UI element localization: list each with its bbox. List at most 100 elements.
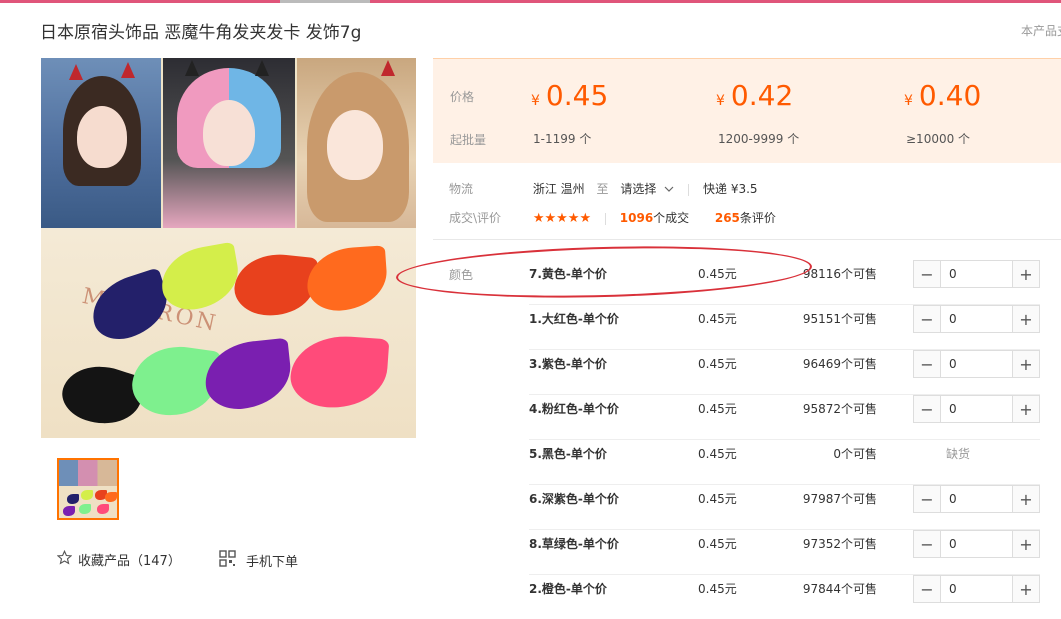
price-panel: 价格 起批量 ¥0.45 ¥0.42 ¥0.40 1-1199 个 1200-9… xyxy=(433,58,1061,163)
product-photo: MAKIRON xyxy=(41,228,416,438)
quantity-stepper[interactable]: −0 + xyxy=(913,530,1040,558)
plus-icon[interactable]: + xyxy=(1012,531,1039,557)
price-tier-3: ¥0.40 xyxy=(904,79,982,112)
sku-price: 0.45元 xyxy=(698,582,737,596)
sku-price: 0.45元 xyxy=(698,402,737,416)
sku-stock: 97844个可售 xyxy=(802,582,877,596)
plus-icon[interactable]: + xyxy=(1012,261,1039,287)
sku-name: 6.深紫色-单个价 xyxy=(529,492,619,506)
sku-price: 0.45元 xyxy=(698,492,737,506)
destination-select[interactable]: 请选择 xyxy=(620,182,674,196)
sku-name: 5.黑色-单个价 xyxy=(529,447,607,461)
mobile-order-button[interactable]: 手机下单 xyxy=(219,550,298,571)
price-label: 价格 xyxy=(450,90,475,104)
sku-stock: 97987个可售 xyxy=(802,492,877,506)
sku-stock: 96469个可售 xyxy=(802,357,877,371)
divider xyxy=(688,183,690,196)
sku-stock: 95151个可售 xyxy=(802,312,877,326)
reviews-count[interactable]: 265 xyxy=(715,211,740,225)
favorite-product-button[interactable]: 收藏产品（147） xyxy=(56,549,181,569)
sku-price: 0.45元 xyxy=(698,312,737,326)
sku-name: 7.黄色-单个价 xyxy=(529,267,607,281)
deals-count[interactable]: 1096 xyxy=(620,211,653,225)
sku-price: 0.45元 xyxy=(698,267,737,281)
logistics-row: 物流 浙江 温州 至 请选择 快递 ¥3.5 xyxy=(449,180,758,197)
moq-range-2: 1200-9999 个 xyxy=(718,132,800,146)
price-tier-2: ¥0.42 xyxy=(716,79,794,112)
quantity-stepper[interactable]: −0 + xyxy=(913,305,1040,333)
sku-row: 8.草绿色-单个价 0.45元 97352个可售 −0 + xyxy=(529,530,1040,575)
top-accent-bar xyxy=(0,0,1061,3)
mobile-order-label: 手机下单 xyxy=(246,555,299,570)
sku-name: 1.大红色-单个价 xyxy=(529,312,619,326)
sku-stock: 97352个可售 xyxy=(802,537,877,551)
minus-icon[interactable]: − xyxy=(914,531,941,557)
sku-price: 0.45元 xyxy=(698,357,737,371)
deals-unit: 个成交 xyxy=(653,211,690,225)
quantity-stepper[interactable]: −0 + xyxy=(913,260,1040,288)
section-divider xyxy=(433,239,1061,240)
sku-row: 7.黄色-单个价 0.45元 98116个可售 −0 + xyxy=(529,260,1040,305)
sku-name: 4.粉红色-单个价 xyxy=(529,402,619,416)
minus-icon[interactable]: − xyxy=(914,306,941,332)
logistics-to: 至 xyxy=(596,182,609,196)
main-product-image[interactable]: MAKIRON xyxy=(41,58,416,438)
color-label: 颜色 xyxy=(449,268,474,282)
model-photo-1 xyxy=(41,58,161,228)
logistics-origin: 浙江 温州 xyxy=(532,182,585,196)
sku-stock: 98116个可售 xyxy=(802,267,877,281)
sku-name: 8.草绿色-单个价 xyxy=(529,537,619,551)
minus-icon[interactable]: − xyxy=(914,396,941,422)
moq-range-1: 1-1199 个 xyxy=(533,132,592,146)
sku-row: 3.紫色-单个价 0.45元 96469个可售 −0 + xyxy=(529,350,1040,395)
quantity-input[interactable]: 0 xyxy=(941,351,1012,377)
logistics-label: 物流 xyxy=(449,182,474,196)
sku-name: 3.紫色-单个价 xyxy=(529,357,607,371)
quantity-input[interactable]: 0 xyxy=(941,531,1012,557)
plus-icon[interactable]: + xyxy=(1012,576,1039,602)
top-accent-segment xyxy=(280,0,370,3)
shipping-fee: 快递 ¥3.5 xyxy=(703,182,758,196)
plus-icon[interactable]: + xyxy=(1012,306,1039,332)
model-photo-2 xyxy=(163,58,295,228)
sku-stock: 95872个可售 xyxy=(802,402,877,416)
quantity-stepper[interactable]: −0 + xyxy=(913,395,1040,423)
reviews-label: 成交\评价 xyxy=(449,211,502,225)
sku-row: 4.粉红色-单个价 0.45元 95872个可售 −0 + xyxy=(529,395,1040,440)
reviews-unit: 条评价 xyxy=(739,211,776,225)
plus-icon[interactable]: + xyxy=(1012,396,1039,422)
moq-range-3: ≥10000 个 xyxy=(906,132,971,146)
thumbnail-1[interactable] xyxy=(57,458,119,520)
quantity-input[interactable]: 0 xyxy=(941,396,1012,422)
reviews-row: 成交\评价 ★★★★★ 1096个成交 265条评价 xyxy=(449,209,776,226)
minus-icon[interactable]: − xyxy=(914,261,941,287)
sku-stock: 0个可售 xyxy=(833,447,877,461)
quantity-stepper[interactable]: −0 + xyxy=(913,350,1040,378)
chevron-down-icon xyxy=(664,182,674,196)
minus-icon[interactable]: − xyxy=(914,576,941,602)
product-title: 日本原宿头饰品 恶魔牛角发夹发卡 发饰7g xyxy=(40,23,362,43)
sku-row: 1.大红色-单个价 0.45元 95151个可售 −0 + xyxy=(529,305,1040,350)
sku-price: 0.45元 xyxy=(698,537,737,551)
minus-icon[interactable]: − xyxy=(914,486,941,512)
quantity-input[interactable]: 0 xyxy=(941,576,1012,602)
right-note: 本产品支 xyxy=(1021,24,1061,38)
plus-icon[interactable]: + xyxy=(1012,486,1039,512)
quantity-stepper[interactable]: −0 + xyxy=(913,485,1040,513)
quantity-input[interactable]: 0 xyxy=(941,261,1012,287)
divider xyxy=(604,212,606,225)
sku-name: 2.橙色-单个价 xyxy=(529,582,607,596)
moq-label: 起批量 xyxy=(450,133,487,147)
price-tier-1: ¥0.45 xyxy=(531,79,609,112)
star-outline-icon xyxy=(56,549,73,569)
quantity-input[interactable]: 0 xyxy=(941,306,1012,332)
quantity-input[interactable]: 0 xyxy=(941,486,1012,512)
model-photo-3 xyxy=(297,58,416,228)
out-of-stock-label: 缺货 xyxy=(946,447,971,461)
plus-icon[interactable]: + xyxy=(1012,351,1039,377)
minus-icon[interactable]: − xyxy=(914,351,941,377)
quantity-stepper[interactable]: −0 + xyxy=(913,575,1040,603)
sku-row: 5.黑色-单个价 0.45元 0个可售 缺货 xyxy=(529,440,1040,485)
favorite-label: 收藏产品（147） xyxy=(78,554,181,569)
sku-row: 6.深紫色-单个价 0.45元 97987个可售 −0 + xyxy=(529,485,1040,530)
